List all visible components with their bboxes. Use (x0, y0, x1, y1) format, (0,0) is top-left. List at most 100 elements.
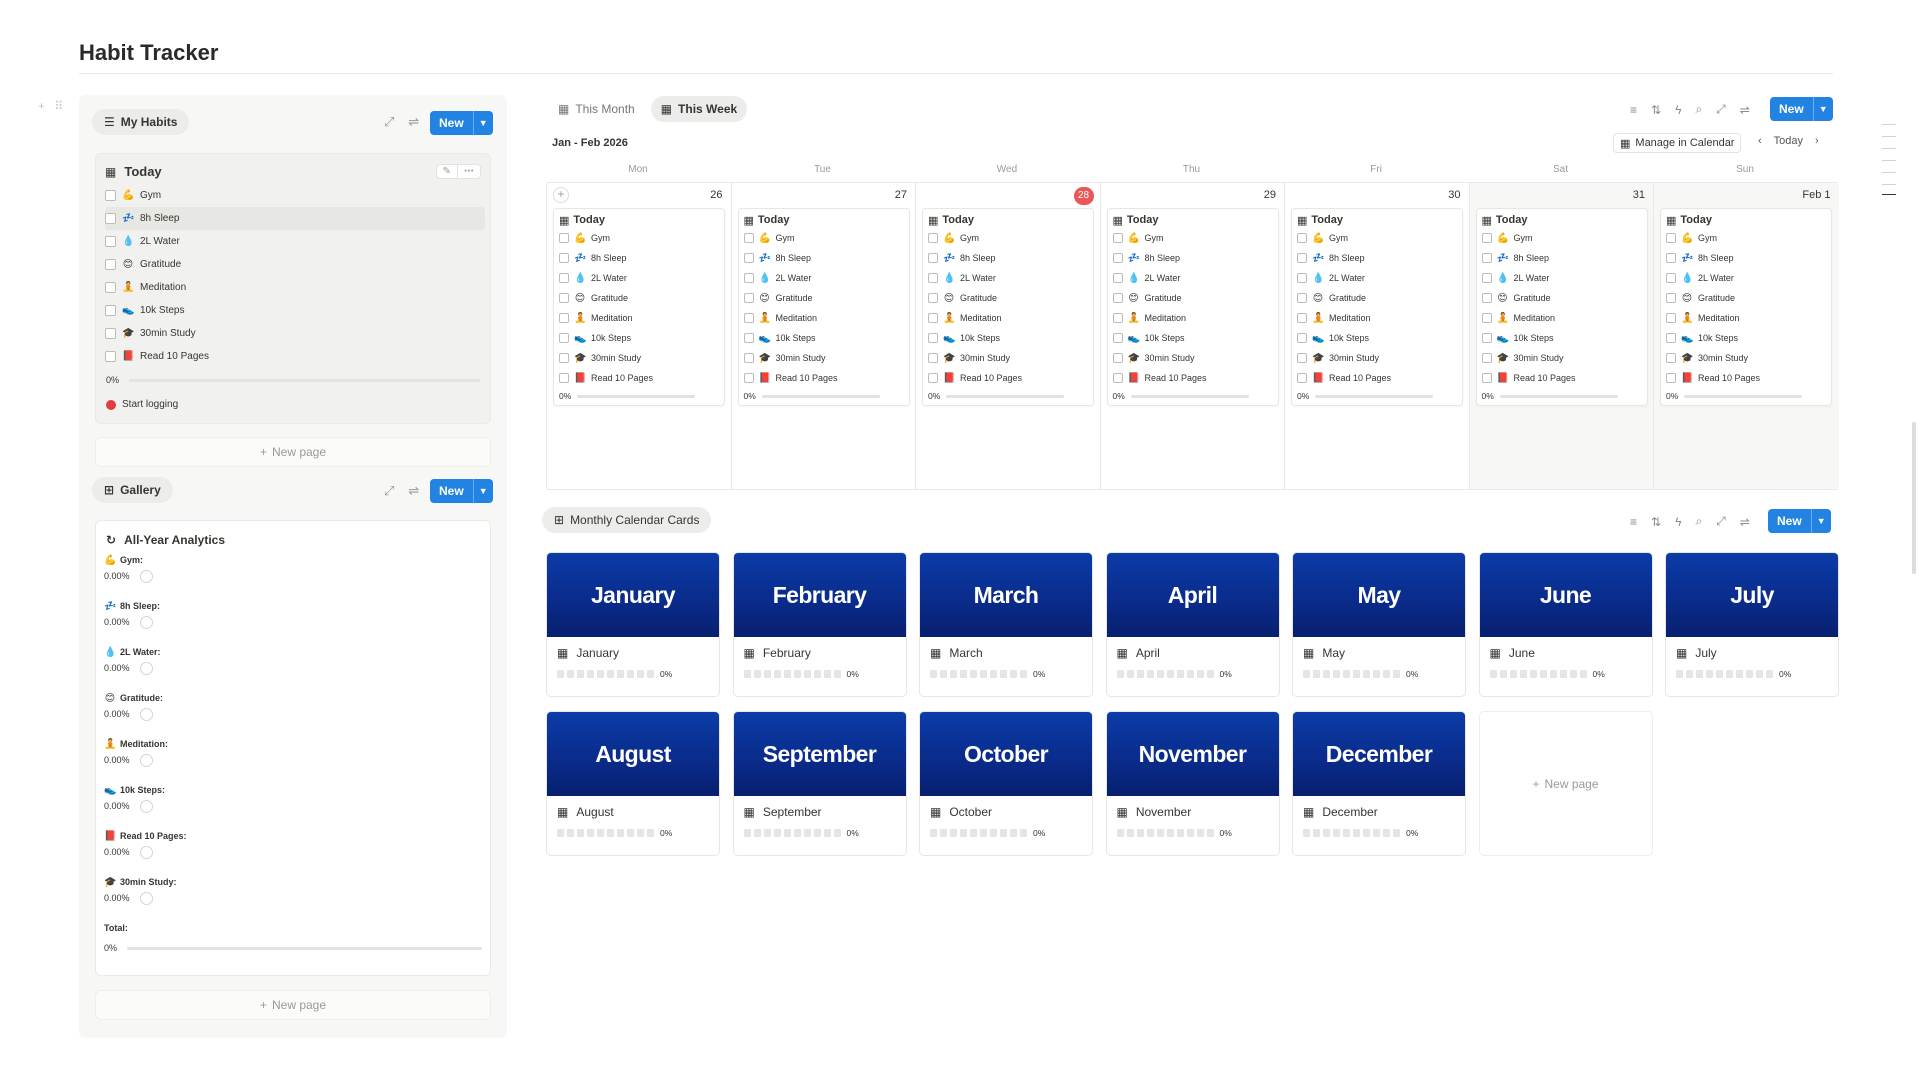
search-icon[interactable]: ⌕ (1695, 102, 1702, 117)
checkbox[interactable] (559, 353, 569, 363)
gallery-view-tab[interactable]: ⊞ Gallery (92, 477, 173, 503)
scrollbar[interactable] (1912, 422, 1916, 574)
checkbox[interactable] (1297, 273, 1307, 283)
new-page-button[interactable]: + New page (95, 437, 491, 467)
habit-row[interactable]: 💤 8h Sleep (105, 207, 485, 230)
day-habit-row[interactable]: 😊 Gratitude (928, 288, 1088, 308)
checkbox[interactable] (559, 273, 569, 283)
habit-row[interactable]: 💧 2L Water (105, 230, 485, 253)
day-habit-row[interactable]: 👟 10k Steps (1297, 328, 1457, 348)
checkbox[interactable] (1297, 313, 1307, 323)
checkbox[interactable] (559, 253, 569, 263)
chevron-down-icon[interactable]: ▼ (1812, 97, 1833, 121)
day-habit-row[interactable]: 📕 Read 10 Pages (743, 368, 904, 388)
checkbox[interactable] (1297, 333, 1307, 343)
month-card[interactable]: September ▦ September 0% (732, 711, 907, 856)
checkbox[interactable] (1112, 253, 1123, 263)
day-habit-row[interactable]: 👟 10k Steps (1481, 328, 1642, 348)
new-button-label[interactable]: New (1768, 509, 1811, 533)
day-column[interactable]: +26 ▦ Today 💪 Gym 💤 8h Sleep 💧 2L Water 😊 Gratitud… (547, 183, 732, 489)
day-habit-row[interactable]: 👟 10k Steps (928, 328, 1088, 348)
checkbox[interactable] (1666, 373, 1676, 383)
checkbox[interactable] (1666, 273, 1676, 283)
day-habit-row[interactable]: 💤 8h Sleep (1666, 248, 1826, 268)
day-habit-row[interactable]: 📕 Read 10 Pages (1481, 368, 1642, 388)
day-habit-row[interactable]: 💪 Gym (928, 228, 1088, 248)
day-column[interactable]: 27 ▦ Today 💪 Gym 💤 8h Sleep 💧 2L Water 😊 Gratitude… (732, 183, 916, 489)
day-habit-row[interactable]: 😊 Gratitude (1297, 288, 1457, 308)
checkbox[interactable] (928, 373, 938, 383)
checkbox[interactable] (1297, 373, 1307, 383)
chevron-down-icon[interactable]: ▼ (1810, 509, 1831, 533)
monthly-cards-view-tab[interactable]: ⊞ Monthly Calendar Cards (542, 507, 712, 533)
checkbox[interactable] (743, 273, 754, 283)
checkbox[interactable] (105, 190, 116, 201)
month-card[interactable]: February ▦ February 0% (732, 552, 907, 697)
tab-this-week[interactable]: ▦ This Week (650, 96, 748, 122)
checkbox[interactable] (1112, 353, 1123, 363)
checkbox[interactable] (105, 351, 116, 362)
day-habit-card[interactable]: ▦ Today 💪 Gym 💤 8h Sleep 💧 2L Water 😊 Gratitude 🧘 M… (1475, 208, 1648, 406)
day-habit-row[interactable]: 🧘 Meditation (559, 308, 719, 328)
gallery-new-button[interactable]: New ▼ (430, 479, 493, 503)
day-habit-card[interactable]: ▦ Today 💪 Gym 💤 8h Sleep 💧 2L Water 😊 Gratitude 🧘 M… (553, 208, 725, 406)
add-event-plus-icon[interactable]: + (553, 187, 569, 203)
day-column[interactable]: 29 ▦ Today 💪 Gym 💤 8h Sleep 💧 2L Water 😊 Gratitude… (1101, 183, 1285, 489)
checkbox[interactable] (105, 328, 116, 339)
day-habit-row[interactable]: 🧘 Meditation (1666, 308, 1826, 328)
drag-handle-icon[interactable]: + ⠿ (38, 99, 66, 113)
checkbox[interactable] (928, 253, 938, 263)
chevron-left-icon[interactable]: ‹ (1758, 135, 1762, 147)
month-card[interactable]: January ▦ January 0% (546, 552, 720, 697)
month-card[interactable]: July ▦ July 0% (1665, 552, 1839, 697)
today-card[interactable]: ▦ Today ✎ ⋯ 💪 Gym 💤 8h Sleep 💧 2L Water 😊 Grati… (95, 153, 491, 424)
day-habit-row[interactable]: 💪 Gym (1112, 228, 1273, 248)
day-habit-row[interactable]: 🎓 30min Study (1481, 348, 1642, 368)
more-icon[interactable]: ⋯ (458, 165, 480, 178)
lightning-icon[interactable]: ϟ (1675, 103, 1681, 117)
day-habit-card[interactable]: ▦ Today 💪 Gym 💤 8h Sleep 💧 2L Water 😊 Gratitude 🧘 M… (922, 208, 1094, 406)
day-habit-row[interactable]: 💤 8h Sleep (743, 248, 904, 268)
checkbox[interactable] (743, 353, 754, 363)
checkbox[interactable] (1112, 313, 1123, 323)
checkbox[interactable] (1112, 373, 1123, 383)
checkbox[interactable] (928, 333, 938, 343)
checkbox[interactable] (105, 236, 116, 247)
checkbox[interactable] (1112, 233, 1123, 243)
day-column[interactable]: Feb 1 ▦ Today 💪 Gym 💤 8h Sleep 💧 2L Water 😊 Gratit… (1654, 183, 1839, 489)
calendar-new-button[interactable]: New ▼ (1770, 97, 1833, 121)
checkbox[interactable] (105, 259, 116, 270)
checkbox[interactable] (1297, 293, 1307, 303)
checkbox[interactable] (559, 313, 569, 323)
new-month-page-button[interactable]: + New page (1478, 711, 1653, 856)
checkbox[interactable] (1481, 293, 1492, 303)
toc-line[interactable] (1882, 124, 1896, 125)
toc-line[interactable] (1882, 136, 1896, 137)
habit-row[interactable]: 👟 10k Steps (105, 299, 485, 322)
checkbox[interactable] (1297, 253, 1307, 263)
checkbox[interactable] (1666, 293, 1676, 303)
day-habit-row[interactable]: 🎓 30min Study (1666, 348, 1826, 368)
expand-icon[interactable]: ⤢ (384, 114, 394, 130)
analytics-card[interactable]: ↻ All-Year Analytics 💪 Gym: 0.00% 💤 8h Sleep… (95, 520, 491, 976)
checkbox[interactable] (1297, 233, 1307, 243)
day-habit-row[interactable]: 💧 2L Water (928, 268, 1088, 288)
month-card[interactable]: December ▦ December 0% (1292, 711, 1466, 856)
new-button-label[interactable]: New (1770, 97, 1813, 121)
day-column[interactable]: 30 ▦ Today 💪 Gym 💤 8h Sleep 💧 2L Water 😊 Gratitude… (1285, 183, 1470, 489)
day-habit-row[interactable]: 🎓 30min Study (743, 348, 904, 368)
day-habit-row[interactable]: 💧 2L Water (1481, 268, 1642, 288)
checkbox[interactable] (928, 313, 938, 323)
checkbox[interactable] (105, 305, 116, 316)
day-habit-row[interactable]: 💤 8h Sleep (1112, 248, 1273, 268)
habit-row[interactable]: 🎓 30min Study (105, 322, 485, 345)
day-habit-row[interactable]: 👟 10k Steps (1112, 328, 1273, 348)
checkbox[interactable] (743, 373, 754, 383)
habit-row[interactable]: 😊 Gratitude (105, 253, 485, 276)
checkbox[interactable] (1666, 233, 1676, 243)
checkbox[interactable] (1666, 353, 1676, 363)
day-habit-row[interactable]: 💤 8h Sleep (1481, 248, 1642, 268)
day-habit-row[interactable]: 🧘 Meditation (1481, 308, 1642, 328)
checkbox[interactable] (1481, 333, 1492, 343)
day-habit-row[interactable]: 💪 Gym (1666, 228, 1826, 248)
